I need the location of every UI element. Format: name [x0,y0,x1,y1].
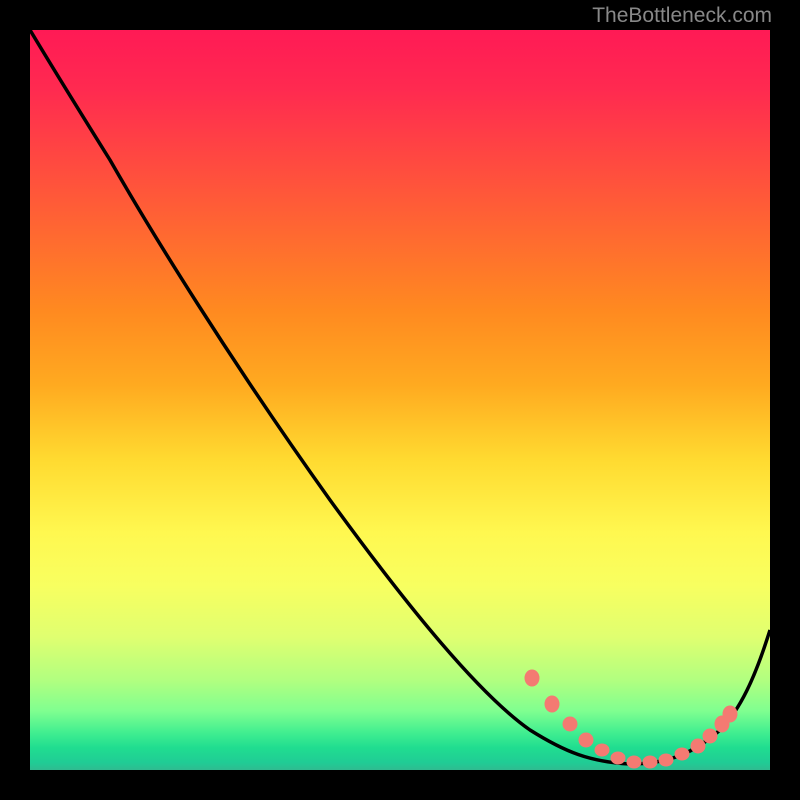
watermark-text: TheBottleneck.com [592,4,772,28]
marker-dot [611,752,625,764]
marker-dot [595,744,609,756]
marker-dot [643,756,657,768]
marker-dot [675,748,689,760]
marker-dot [627,756,641,768]
marker-dot [659,754,673,766]
marker-dot [545,696,559,712]
marker-dot [525,670,539,686]
chart-container: TheBottleneck.com [0,0,800,800]
marker-dot [723,706,737,722]
marker-dot [579,733,593,747]
curve-svg [30,30,770,770]
marker-group [525,670,737,768]
bottleneck-curve [30,30,770,764]
plot-area [30,30,770,770]
marker-dot [563,717,577,731]
marker-dot [691,739,705,753]
marker-dot [703,729,717,743]
